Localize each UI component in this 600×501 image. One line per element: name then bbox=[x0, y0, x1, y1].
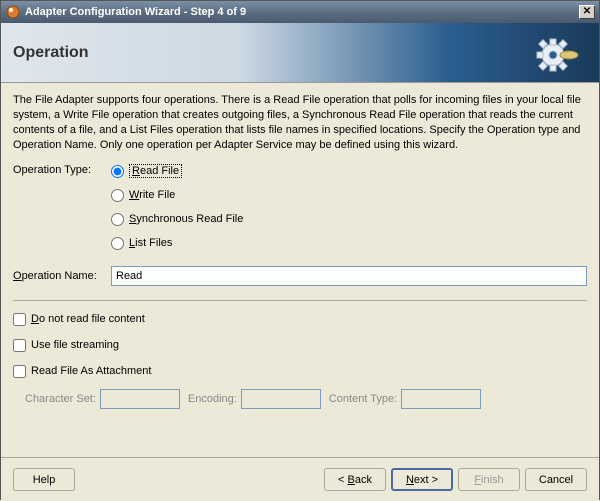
radio-read-file[interactable]: Read File bbox=[111, 162, 587, 180]
radio-list-files-input[interactable] bbox=[111, 237, 124, 250]
operation-type-label: Operation Type: bbox=[13, 162, 111, 176]
radio-list-files[interactable]: List Files bbox=[111, 234, 587, 252]
radio-write-file-input[interactable] bbox=[111, 189, 124, 202]
charset-input bbox=[100, 389, 180, 409]
encoding-label: Encoding: bbox=[188, 393, 237, 405]
checkbox-attachment-label: Read File As Attachment bbox=[31, 365, 151, 377]
checkbox-streaming[interactable]: Use file streaming bbox=[13, 337, 587, 353]
radio-write-file[interactable]: Write File bbox=[111, 186, 587, 204]
wizard-header: Operation bbox=[1, 23, 599, 83]
checkbox-do-not-read-input[interactable] bbox=[13, 313, 26, 326]
charset-label: Character Set: bbox=[25, 393, 96, 405]
cancel-button[interactable]: Cancel bbox=[525, 468, 587, 491]
help-button[interactable]: Help bbox=[13, 468, 75, 491]
checkbox-do-not-read[interactable]: Do not read file content bbox=[13, 311, 587, 327]
radio-read-file-input[interactable] bbox=[111, 165, 124, 178]
window-titlebar: Adapter Configuration Wizard - Step 4 of… bbox=[1, 1, 599, 23]
content-type-input bbox=[401, 389, 481, 409]
operation-name-label: Operation Name: bbox=[13, 270, 111, 282]
checkbox-attachment-input[interactable] bbox=[13, 365, 26, 378]
radio-list-files-label: List Files bbox=[129, 237, 172, 249]
operation-type-row: Operation Type: Read File Write File Syn… bbox=[13, 162, 587, 258]
encoding-input bbox=[241, 389, 321, 409]
close-icon[interactable]: ✕ bbox=[579, 5, 595, 19]
operation-type-radios: Read File Write File Synchronous Read Fi… bbox=[111, 162, 587, 258]
radio-sync-read-file-input[interactable] bbox=[111, 213, 124, 226]
separator bbox=[13, 300, 587, 301]
operation-name-input[interactable] bbox=[111, 266, 587, 286]
checkbox-streaming-input[interactable] bbox=[13, 339, 26, 352]
page-title: Operation bbox=[13, 44, 89, 62]
window-title: Adapter Configuration Wizard - Step 4 of… bbox=[25, 6, 579, 18]
radio-write-file-label: Write File bbox=[129, 189, 175, 201]
content-type-label: Content Type: bbox=[329, 393, 397, 405]
checkbox-attachment[interactable]: Read File As Attachment bbox=[13, 363, 587, 379]
checkbox-streaming-label: Use file streaming bbox=[31, 339, 119, 351]
gear-icon bbox=[535, 33, 579, 80]
wizard-content: The File Adapter supports four operation… bbox=[1, 83, 599, 457]
checkbox-do-not-read-label: Do not read file content bbox=[31, 313, 145, 325]
radio-sync-read-file-label: Synchronous Read File bbox=[129, 213, 243, 225]
back-button[interactable]: < Back bbox=[324, 468, 386, 491]
app-icon bbox=[5, 4, 21, 20]
wizard-footer: Help < Back Next > Finish Cancel bbox=[1, 457, 599, 501]
finish-button: Finish bbox=[458, 468, 520, 491]
description-text: The File Adapter supports four operation… bbox=[13, 93, 587, 152]
radio-read-file-label: Read File bbox=[129, 164, 182, 178]
radio-sync-read-file[interactable]: Synchronous Read File bbox=[111, 210, 587, 228]
operation-name-row: Operation Name: bbox=[13, 266, 587, 286]
attachment-fields: Character Set: Encoding: Content Type: bbox=[25, 389, 587, 409]
next-button[interactable]: Next > bbox=[391, 468, 453, 491]
